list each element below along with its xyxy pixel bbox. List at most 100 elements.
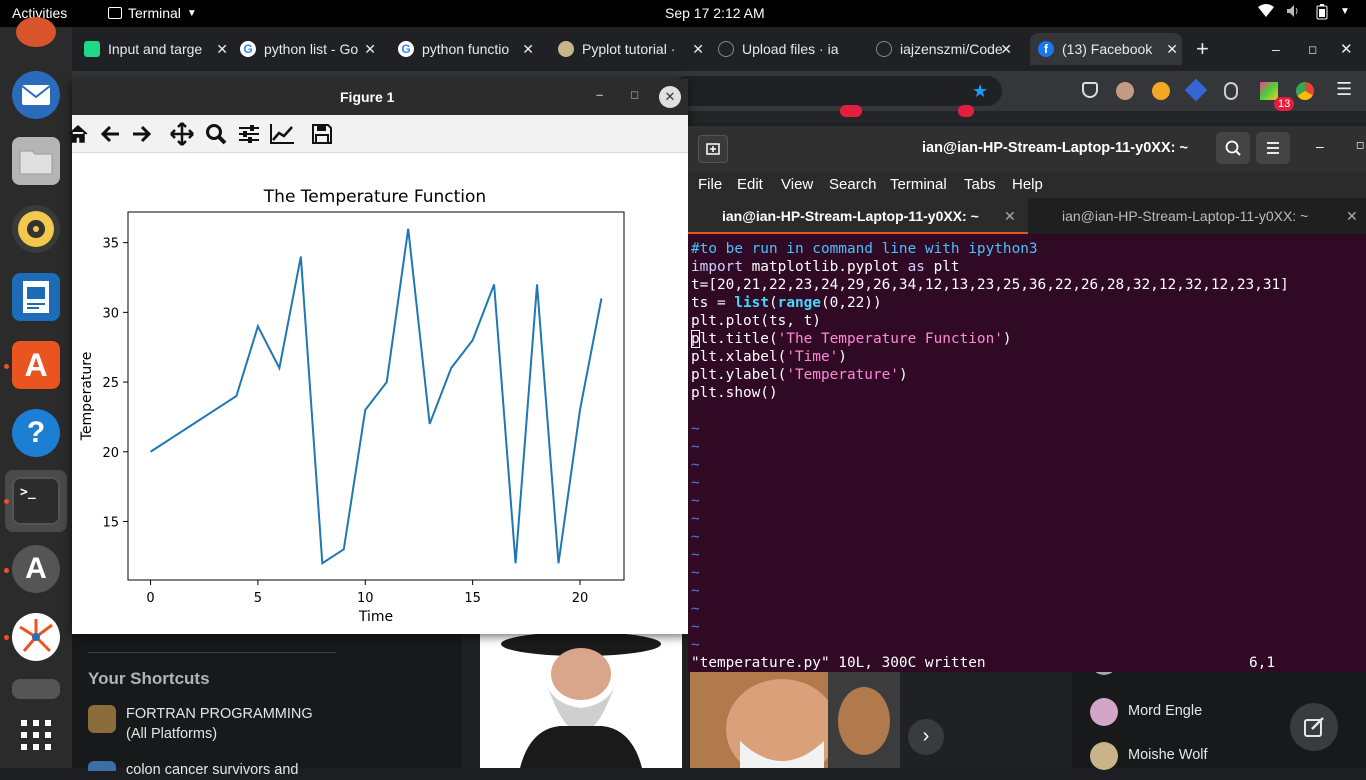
maximize-icon[interactable]: ◻ [1308,33,1317,65]
vim-editor[interactable]: #to be run in command line with ipython3… [688,234,1366,672]
code-line: plt.plot(ts, t) [691,312,821,330]
hamburger-menu-icon [1256,132,1290,164]
profile-avatar[interactable] [1116,82,1134,100]
libreoffice-writer-icon[interactable] [12,273,60,321]
menu-search[interactable]: Search [829,176,877,193]
search-button[interactable] [1216,132,1250,164]
help-icon[interactable]: ? [12,409,60,457]
menu-tabs[interactable]: Tabs [964,176,996,193]
minimize-icon[interactable]: – [596,87,603,102]
x-tick-label: 20 [572,591,589,606]
extension-icon[interactable] [1224,82,1238,100]
configure-subplots-icon[interactable] [235,120,263,148]
terminal-tab[interactable]: ian@ian-HP-Stream-Laptop-11-y0XX: ~ ✕ [1028,198,1366,234]
close-icon[interactable]: ✕ [1166,41,1178,58]
browser-tab[interactable]: iajzenszmi/Code ✕ [876,33,1016,65]
maximize-icon[interactable]: ◻ [1356,140,1364,151]
zoom-icon[interactable] [202,120,230,148]
minimize-icon[interactable]: – [1316,138,1324,154]
forward-icon[interactable] [128,120,156,148]
divider [88,652,336,653]
browser-tab-active[interactable]: f (13) Facebook ✕ [1030,33,1182,65]
contact-name[interactable]: Mord Engle [1128,703,1202,719]
files-icon[interactable] [12,137,60,185]
pan-icon[interactable] [168,120,196,148]
wifi-icon[interactable] [1258,4,1274,21]
menu-help[interactable]: Help [1012,176,1043,193]
volume-icon[interactable] [1286,4,1302,21]
maximize-icon[interactable]: ◻ [630,88,639,101]
battery-icon[interactable] [1316,4,1328,23]
text-cursor [691,330,700,348]
browser-tab[interactable]: Upload files · ia [718,33,856,65]
drive-icon[interactable] [12,679,60,699]
browser-tab[interactable]: Input and targe ✕ [80,33,232,65]
close-window-icon[interactable]: ✕ [1340,33,1353,65]
terminal-tab-label: ian@ian-HP-Stream-Laptop-11-y0XX: ~ [1062,208,1308,224]
new-tab-button[interactable] [698,135,728,163]
firefox-icon[interactable] [16,17,56,47]
group-avatar[interactable] [88,705,116,733]
github-favicon-icon [718,41,734,57]
extension-icon[interactable] [1152,82,1170,100]
menu-button[interactable] [1256,132,1290,164]
close-icon[interactable]: ✕ [364,41,376,58]
terminal-app-icon [108,7,122,19]
shortcut-link[interactable]: colon cancer survivors and [126,760,298,780]
back-icon[interactable] [96,120,124,148]
terminal-tab-active[interactable]: ian@ian-HP-Stream-Laptop-11-y0XX: ~ ✕ [688,198,1028,234]
browser-tab[interactable]: Pyplot tutorial · ✕ [558,33,708,65]
menu-terminal[interactable]: Terminal [890,176,947,193]
address-bar[interactable] [672,76,1002,106]
story-photo[interactable] [690,671,900,768]
chrome-extension-icon[interactable] [1296,82,1314,100]
avatar[interactable] [1090,698,1118,726]
close-icon[interactable]: ✕ [1004,208,1016,225]
contact-name[interactable]: Moishe Wolf [1128,747,1208,763]
new-tab-button[interactable]: + [1196,33,1216,65]
empty-line-marker: ~ [691,528,700,546]
bookmark-star-icon[interactable]: ★ [972,81,988,102]
group-avatar[interactable] [88,761,116,771]
show-applications-icon[interactable] [20,719,52,751]
close-icon[interactable]: ✕ [216,41,228,58]
x-axis: 05101520 [146,580,588,606]
app-menu[interactable]: Terminal ▼ [108,5,197,21]
close-icon[interactable]: ✕ [1346,208,1358,225]
edit-axis-icon[interactable] [268,120,296,148]
close-icon[interactable]: ✕ [659,86,681,108]
extension-icon[interactable] [1260,82,1278,100]
menu-view[interactable]: View [781,176,813,193]
new-message-button[interactable] [1290,703,1338,751]
save-icon[interactable] [308,120,336,148]
thunderbird-icon[interactable] [12,71,60,119]
story-photo[interactable] [480,634,682,768]
menu-icon[interactable]: ☰ [1336,79,1352,100]
clock[interactable]: Sep 17 2:12 AM [665,5,765,21]
system-menu-chevron-icon[interactable]: ▼ [1340,6,1350,17]
close-icon[interactable]: ✕ [522,41,534,58]
ubuntu-software-icon[interactable]: A [12,341,60,389]
pocket-icon[interactable] [1082,82,1098,98]
empty-line-marker: ~ [691,420,700,438]
terminal-icon[interactable]: >_ [12,477,60,525]
browser-tab[interactable]: G python functio ✕ [398,33,538,65]
extension-icon[interactable] [1185,79,1208,102]
avatar[interactable] [1090,742,1118,770]
menu-file[interactable]: File [698,176,722,193]
browser-tab[interactable]: G python list - Go ✕ [240,33,380,65]
menu-edit[interactable]: Edit [737,176,763,193]
software-updater-icon[interactable]: A [12,545,60,593]
minimize-icon[interactable]: – [1272,33,1280,65]
rhythmbox-icon[interactable] [12,205,60,253]
close-icon[interactable]: ✕ [1000,41,1012,58]
chevron-down-icon: ▼ [187,8,197,19]
geogebra-icon[interactable] [12,613,60,661]
google-favicon-icon: G [240,41,256,57]
next-arrow-icon[interactable]: › [908,719,944,755]
facebook-favicon-icon: f [1038,41,1054,57]
close-icon[interactable]: ✕ [692,41,704,58]
shortcut-link[interactable]: FORTRAN PROGRAMMING (All Platforms) [126,704,313,744]
x-tick-label: 10 [357,591,374,606]
home-icon[interactable] [64,120,92,148]
